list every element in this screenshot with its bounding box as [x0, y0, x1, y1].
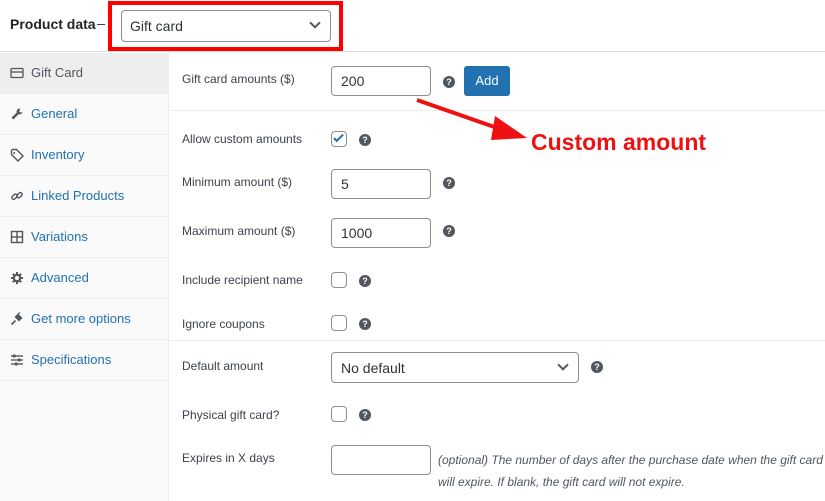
section-divider	[170, 340, 825, 341]
default-amount-select[interactable]: No default	[331, 352, 579, 383]
include-recipient-name-label: Include recipient name	[182, 273, 303, 287]
custom-amount-annotation: Custom amount	[531, 129, 707, 155]
optional-tag: (optional)	[438, 453, 489, 467]
help-icon[interactable]: ?	[359, 275, 371, 287]
expires-in-days-input[interactable]	[331, 445, 431, 475]
product-data-header: Product data Gift card	[0, 0, 825, 52]
product-data-tabs: Gift Card General Inventory Linked Produ…	[0, 53, 169, 501]
tab-linked-products[interactable]: Linked Products	[0, 176, 168, 217]
physical-gift-card-checkbox[interactable]	[331, 406, 347, 422]
allow-custom-amounts-label: Allow custom amounts	[182, 132, 303, 146]
tag-icon	[10, 148, 24, 162]
plug-icon	[10, 312, 24, 326]
sliders-icon	[10, 353, 24, 367]
link-icon	[10, 189, 24, 203]
expires-description: (optional) The number of days after the …	[438, 449, 823, 493]
tab-gift-card[interactable]: Gift Card	[0, 53, 168, 94]
help-icon[interactable]: ?	[443, 177, 455, 189]
help-icon[interactable]: ?	[443, 225, 455, 237]
tab-advanced[interactable]: Advanced	[0, 258, 168, 299]
tab-label: General	[31, 106, 78, 121]
highlight-box	[108, 1, 343, 51]
tab-inventory[interactable]: Inventory	[0, 135, 168, 176]
gift-card-icon	[10, 66, 24, 80]
grid-icon	[10, 230, 24, 244]
help-icon[interactable]: ?	[359, 134, 371, 146]
default-amount-label: Default amount	[182, 359, 264, 373]
help-icon[interactable]: ?	[359, 318, 371, 330]
annotation-arrow	[416, 98, 527, 140]
physical-gift-card-label: Physical gift card?	[182, 408, 280, 422]
tab-label: Inventory	[31, 147, 85, 162]
tab-get-more-options[interactable]: Get more options	[0, 299, 168, 340]
checkmark-icon	[333, 131, 344, 143]
tab-label: Get more options	[31, 311, 131, 326]
tab-label: Gift Card	[31, 65, 84, 80]
tab-specifications[interactable]: Specifications	[0, 340, 168, 381]
include-recipient-name-checkbox[interactable]	[331, 272, 347, 288]
default-amount-value: No default	[341, 360, 405, 376]
wrench-icon	[10, 107, 24, 121]
allow-custom-amounts-checkbox[interactable]	[331, 131, 347, 147]
tab-label: Linked Products	[31, 188, 125, 203]
tab-label: Specifications	[31, 352, 112, 367]
expires-in-days-label: Expires in X days	[182, 451, 275, 465]
minimum-amount-label: Minimum amount ($)	[182, 175, 293, 189]
chevron-down-icon	[557, 359, 569, 371]
help-icon[interactable]: ?	[591, 361, 603, 373]
ignore-coupons-checkbox[interactable]	[331, 315, 347, 331]
gift-card-amounts-label: Gift card amounts ($)	[182, 72, 295, 86]
help-icon[interactable]: ?	[359, 409, 371, 421]
gear-icon	[10, 271, 24, 285]
tab-label: Advanced	[31, 270, 89, 285]
help-icon[interactable]: ?	[443, 76, 455, 88]
minimum-amount-input[interactable]	[331, 169, 431, 199]
maximum-amount-label: Maximum amount ($)	[182, 224, 296, 238]
product-data-title: Product data	[10, 16, 96, 32]
ignore-coupons-label: Ignore coupons	[182, 317, 265, 331]
expires-help-text: The number of days after the purchase da…	[438, 453, 823, 489]
tab-variations[interactable]: Variations	[0, 217, 168, 258]
tab-label: Variations	[31, 229, 88, 244]
tab-general[interactable]: General	[0, 94, 168, 135]
maximum-amount-input[interactable]	[331, 218, 431, 248]
title-dash	[97, 24, 105, 25]
